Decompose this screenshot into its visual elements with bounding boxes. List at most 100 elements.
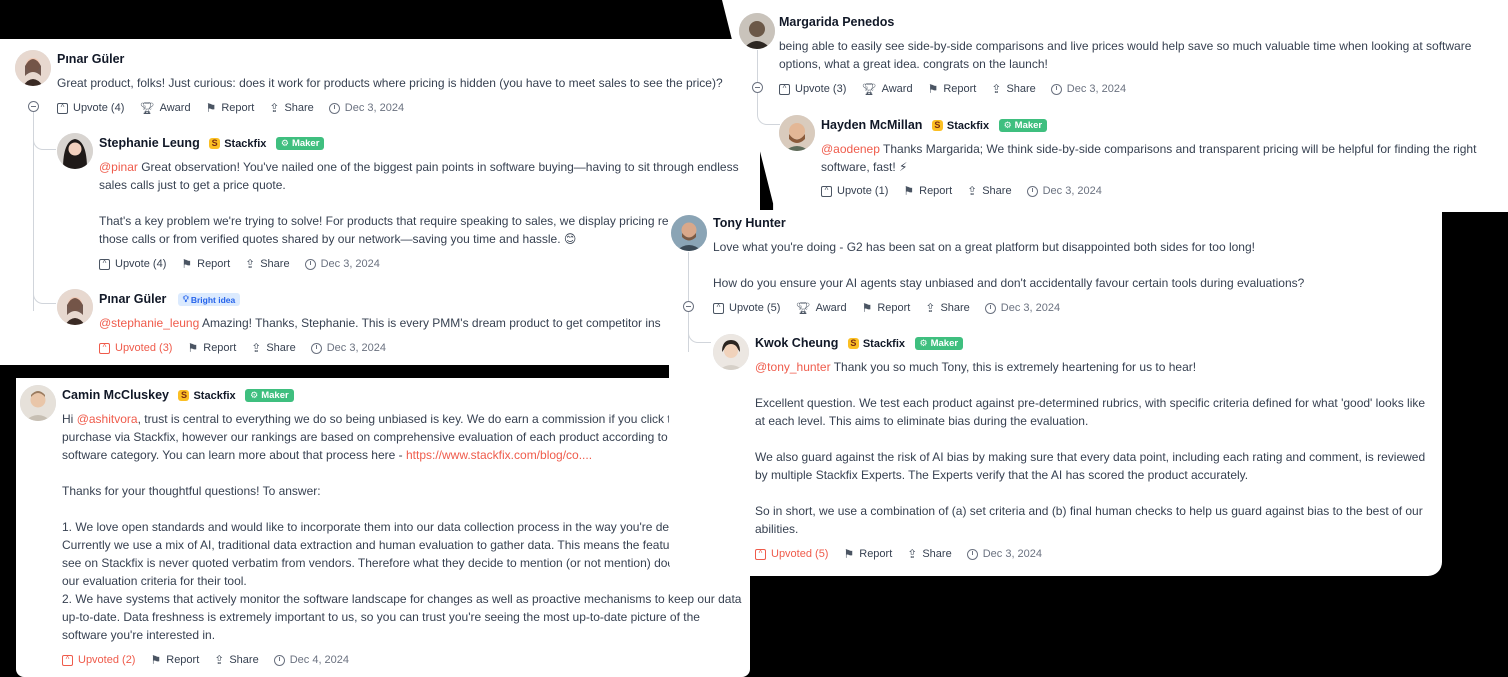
report-button[interactable]: ⚑ Report [843,547,892,561]
author-name[interactable]: Pınar Güler [57,52,124,66]
thread-connector [688,320,711,343]
report-button[interactable]: ⚑ Report [862,301,911,315]
author-name[interactable]: Stephanie Leung S Stackfix ⚙ Maker [99,136,325,150]
comment-date: Dec 3, 2024 [310,342,386,354]
author-name[interactable]: Tony Hunter [713,216,786,230]
thread-connector [33,129,56,150]
upvote-icon: ^ [57,102,68,114]
stackfix-logo-icon: S [209,138,221,149]
upvoted-button[interactable]: ^ Upvoted (2) [62,654,135,666]
company-badge[interactable]: S Stackfix [931,120,989,132]
author-name[interactable]: Pınar Güler 💡︎ Bright idea [99,292,241,306]
comment-actions: ^ Upvote (5) 🏆︎ Award ⚑ Report ⇪ Share Dec 3… [713,301,1060,315]
avatar [739,13,775,49]
upvote-icon: ^ [755,548,766,560]
mention-link[interactable]: @pinar [99,160,138,174]
flag-icon: ⚑ [927,82,939,96]
upvoted-button[interactable]: ^ Upvoted (5) [755,548,828,560]
share-button[interactable]: ⇪ Share [907,547,951,561]
bright-idea-badge: 💡︎ Bright idea [177,293,241,306]
stackfix-logo-icon: S [178,390,190,401]
share-icon: ⇪ [251,341,262,355]
share-button[interactable]: ⇪ Share [269,101,313,115]
upvote-button[interactable]: ^ Upvote (1) [821,185,888,197]
award-button[interactable]: 🏆︎ Award [795,301,846,315]
share-icon: ⇪ [907,547,918,561]
comment-card-camin: Camin McCluskey S Stackfix ⚙ Maker Hi @ash… [16,378,750,677]
author-name[interactable]: Margarida Penedos [779,15,894,29]
collapse-thread-icon[interactable] [28,101,39,112]
flag-icon: ⚑ [861,301,873,315]
maker-icon: ⚙ [919,338,928,348]
trophy-icon: 🏆︎ [139,101,155,115]
clock-icon [1050,83,1062,95]
maker-icon: ⚙ [1003,120,1012,130]
comment-date: Dec 3, 2024 [1050,83,1126,95]
upvote-button[interactable]: ^ Upvote (4) [57,102,124,114]
avatar [713,334,749,370]
flag-icon: ⚑ [150,653,162,667]
award-button[interactable]: 🏆︎ Award [139,101,190,115]
clock-icon [984,302,996,314]
clock-icon [273,654,285,666]
comment-date: Dec 3, 2024 [1026,185,1102,197]
comment-date: Dec 3, 2024 [966,548,1042,560]
mention-link[interactable]: @ashitvora [77,412,138,426]
lightbulb-icon: 💡︎ [182,294,189,304]
comment-actions: ^ Upvoted (5) ⚑ Report ⇪ Share Dec 3, 2024 [755,547,1042,561]
mention-link[interactable]: @tony_hunter [755,360,831,374]
company-badge[interactable]: S Stackfix [847,338,905,350]
upvote-button[interactable]: ^ Upvote (5) [713,302,780,314]
upvoted-button[interactable]: ^ Upvoted (3) [99,342,172,354]
comment-text: @tony_hunter Thank you so much Tony, thi… [755,360,1426,536]
award-button[interactable]: 🏆︎ Award [861,82,912,96]
upvote-button[interactable]: ^ Upvote (3) [779,83,846,95]
comment-text: Love what you're doing - G2 has been sat… [713,240,1305,290]
collapse-thread-icon[interactable] [752,82,763,93]
share-icon: ⇪ [245,257,256,271]
company-badge[interactable]: S Stackfix [209,138,266,150]
report-button[interactable]: ⚑ Report [206,101,255,115]
comment-text: Great product, folks! Just curious: does… [57,76,723,90]
flag-icon: ⚑ [205,101,217,115]
comment-actions: ^ Upvoted (2) ⚑ Report ⇪ Share Dec 4, 2024 [62,653,349,667]
blog-link[interactable]: https://www.stackfix.com/blog/co.... [406,448,592,462]
report-button[interactable]: ⚑ Report [928,82,977,96]
report-button[interactable]: ⚑ Report [903,184,952,198]
comment-actions: ^ Upvoted (3) ⚑ Report ⇪ Share Dec 3, 2024 [99,341,386,355]
avatar [57,289,93,325]
stackfix-logo-icon: S [847,338,859,349]
trophy-icon: 🏆︎ [861,82,877,96]
share-button[interactable]: ⇪ Share [214,653,258,667]
clock-icon [310,342,322,354]
share-button[interactable]: ⇪ Share [967,184,1011,198]
avatar [57,133,93,169]
upvote-icon: ^ [62,654,73,666]
thread-connector [757,100,780,125]
author-name[interactable]: Camin McCluskey S Stackfix ⚙ Maker [62,388,294,402]
upvote-icon: ^ [99,342,110,354]
mention-link[interactable]: @stephanie_leung [99,316,199,330]
upvote-button[interactable]: ^ Upvote (4) [99,258,166,270]
upvote-icon: ^ [713,302,724,314]
share-button[interactable]: ⇪ Share [925,301,969,315]
share-button[interactable]: ⇪ Share [251,341,295,355]
collapse-thread-icon[interactable] [683,301,694,312]
share-icon: ⇪ [967,184,978,198]
share-button[interactable]: ⇪ Share [245,257,289,271]
share-icon: ⇪ [925,301,936,315]
share-button[interactable]: ⇪ Share [991,82,1035,96]
share-icon: ⇪ [991,82,1002,96]
comment-card-pinar: Pınar Güler Great product, folks! Just c… [0,39,760,365]
company-badge[interactable]: S Stackfix [178,390,236,402]
share-icon: ⇪ [214,653,225,667]
author-name[interactable]: Kwok Cheung S Stackfix ⚙ Maker [755,336,964,350]
clock-icon [328,102,340,114]
avatar [671,215,707,251]
report-button[interactable]: ⚑ Report [181,257,230,271]
report-button[interactable]: ⚑ Report [187,341,236,355]
report-button[interactable]: ⚑ Report [150,653,199,667]
maker-icon: ⚙ [250,390,259,400]
mention-link[interactable]: @aodenep [821,142,880,156]
author-name[interactable]: Hayden McMillan S Stackfix ⚙ Maker [821,118,1048,132]
